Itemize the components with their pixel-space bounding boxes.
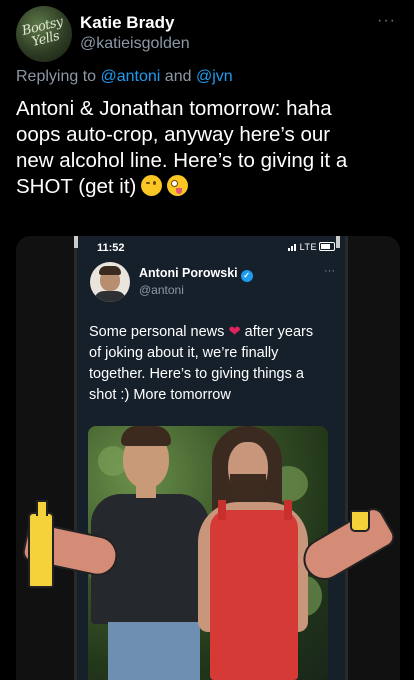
- more-options-icon[interactable]: ···: [377, 12, 396, 30]
- tweet-media[interactable]: 11:52 LTE Antoni Porowski ✓ @antoni ··· S…: [16, 236, 400, 680]
- phone-screenshot: 11:52 LTE Antoni Porowski ✓ @antoni ··· S…: [74, 236, 348, 680]
- status-bar: LTE: [287, 242, 335, 253]
- phone-edge-left: [74, 236, 78, 248]
- reply-context: Replying to @antoni and @jvn: [16, 68, 233, 86]
- signal-icon: [287, 243, 297, 253]
- verified-badge-icon: ✓: [240, 270, 253, 282]
- drawn-shot-glass-icon: [350, 510, 370, 532]
- phone-edge-right: [336, 236, 340, 248]
- zany-face-icon: [167, 175, 189, 196]
- heart-icon: ❤: [228, 324, 241, 340]
- mention-antoni-link[interactable]: @antoni: [101, 68, 161, 85]
- quoted-author-handle: @antoni: [139, 283, 184, 297]
- reply-conjunction: and: [164, 68, 192, 85]
- tweet-body: Antoni & Jonathan tomorrow: haha oops au…: [16, 96, 401, 200]
- status-bar-time: 11:52: [97, 242, 125, 254]
- author-handle[interactable]: @katieisgolden: [80, 35, 190, 53]
- avatar-logo-text: Bootsy Yells: [20, 14, 65, 50]
- mention-jvn-link[interactable]: @jvn: [196, 68, 233, 85]
- avatar[interactable]: Bootsy Yells: [16, 6, 72, 62]
- quoted-author-name: Antoni Porowski ✓: [139, 266, 253, 282]
- battery-icon: [319, 242, 335, 251]
- winking-face-icon: [141, 175, 163, 196]
- network-label: LTE: [299, 242, 317, 252]
- drawn-bottle-icon: [28, 500, 54, 588]
- quoted-tweet-text: Some personal news ❤ after years of joki…: [89, 324, 314, 403]
- quoted-more-icon: ···: [324, 265, 335, 277]
- reply-prefix: Replying to: [16, 68, 97, 85]
- author-name[interactable]: Katie Brady: [80, 13, 174, 33]
- quoted-photo: [88, 426, 328, 680]
- quoted-avatar: [90, 262, 130, 302]
